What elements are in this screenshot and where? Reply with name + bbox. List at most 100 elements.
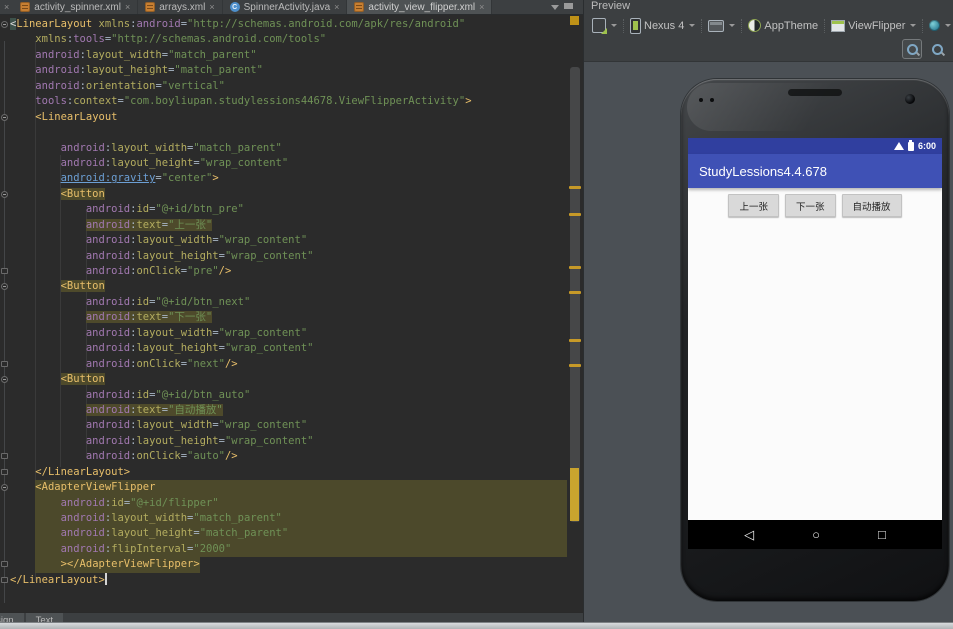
indentation xyxy=(10,542,35,557)
code-line[interactable]: </LinearLayout> xyxy=(1,572,567,588)
fold-end-icon[interactable] xyxy=(1,453,8,460)
activity-selector[interactable]: ViewFlipper xyxy=(828,19,919,33)
code-line[interactable]: android:orientation="vertical" xyxy=(10,79,567,94)
xml-editor[interactable]: <LinearLayout xmlns:android="http://sche… xyxy=(0,15,583,612)
code-line[interactable]: android:gravity="center"> xyxy=(10,171,567,186)
code-line[interactable]: android:id="@+id/flipper" xyxy=(10,495,567,511)
close-icon[interactable]: × xyxy=(479,2,484,12)
fold-collapse-icon[interactable] xyxy=(1,376,8,384)
indentation xyxy=(10,496,35,511)
code-line[interactable]: android:layout_height="wrap_content" xyxy=(10,156,567,171)
highlight-stripe-mark[interactable] xyxy=(569,364,581,367)
fold-collapse-icon[interactable] xyxy=(1,21,8,28)
code-line[interactable]: </LinearLayout> xyxy=(1,465,567,480)
code-text: android:text="自动播放" xyxy=(85,403,223,416)
magnifier-icon xyxy=(931,43,943,55)
button-previous[interactable]: 上一张 xyxy=(728,194,779,217)
code-line[interactable]: android:layout_height="match_parent" xyxy=(10,63,567,78)
inspection-status-square[interactable] xyxy=(570,16,579,25)
code-line[interactable]: <Button xyxy=(1,187,567,202)
indentation xyxy=(10,48,35,63)
code-line[interactable]: android:onClick="next"/> xyxy=(1,357,567,372)
fold-end-icon[interactable] xyxy=(1,468,8,475)
code-line[interactable]: android:layout_width="match_parent" xyxy=(10,48,567,63)
selection-stripe-mark[interactable] xyxy=(570,468,579,521)
fold-collapse-icon[interactable] xyxy=(1,484,8,492)
code-line[interactable]: android:id="@+id/btn_next" xyxy=(10,295,567,310)
orientation-selector[interactable] xyxy=(705,19,738,33)
tab-arrays-xml[interactable]: arrays.xml × xyxy=(138,0,223,14)
close-icon[interactable]: × xyxy=(334,2,339,12)
indentation xyxy=(10,141,61,156)
fold-collapse-icon[interactable] xyxy=(1,190,8,198)
code-line[interactable]: android:layout_width="wrap_content" xyxy=(10,418,567,433)
selected-code: ></AdapterViewFlipper> xyxy=(35,557,200,573)
code-line[interactable]: android:text="自动播放" xyxy=(10,403,567,418)
highlight-stripe-mark[interactable] xyxy=(569,291,581,294)
code-text: android:layout_height="match_parent" xyxy=(35,64,263,77)
highlight-stripe-mark[interactable] xyxy=(569,213,581,216)
code-line[interactable]: android:layout_width="wrap_content" xyxy=(10,233,567,248)
theme-label: AppTheme xyxy=(764,19,819,32)
locale-selector[interactable] xyxy=(926,19,953,32)
zoom-to-fit-button[interactable] xyxy=(902,39,922,59)
fold-end-icon[interactable] xyxy=(1,561,8,568)
code-area[interactable]: <LinearLayout xmlns:android="http://sche… xyxy=(0,15,567,612)
code-line[interactable]: android:layout_width="match_parent" xyxy=(10,141,567,156)
zoom-actual-size-button[interactable] xyxy=(928,40,946,58)
code-line[interactable]: <LinearLayout xmlns:android="http://sche… xyxy=(1,17,567,32)
code-line[interactable]: android:layout_height="wrap_content" xyxy=(10,434,567,449)
show-hidden-tabs-icon[interactable] xyxy=(551,4,559,10)
code-line[interactable]: <Button xyxy=(1,279,567,294)
editor-scrollbar[interactable] xyxy=(567,15,583,612)
code-text: android:text="下一张" xyxy=(85,311,213,324)
tab-activity-spinner-xml[interactable]: activity_spinner.xml × xyxy=(13,0,139,14)
code-line[interactable]: android:onClick="auto"/> xyxy=(1,449,567,464)
code-line[interactable]: android:id="@+id/btn_pre" xyxy=(10,202,567,217)
code-line[interactable]: android:text="下一张" xyxy=(10,310,567,325)
tab-activity-view-flipper-xml[interactable]: activity_view_flipper.xml × xyxy=(347,0,493,14)
code-line[interactable]: <Button xyxy=(1,372,567,387)
code-line[interactable]: <AdapterViewFlipper xyxy=(1,480,567,496)
fold-end-icon[interactable] xyxy=(1,268,8,274)
fold-collapse-icon[interactable] xyxy=(1,283,8,291)
fold-end-icon[interactable] xyxy=(1,576,8,583)
code-line[interactable]: android:layout_height="wrap_content" xyxy=(10,341,567,356)
tab-spinneractivity-java[interactable]: C SpinnerActivity.java × xyxy=(223,0,348,14)
code-line[interactable] xyxy=(10,125,567,140)
selected-code: <AdapterViewFlipper xyxy=(35,480,567,496)
xml-file-icon xyxy=(20,2,31,12)
close-icon[interactable]: × xyxy=(209,2,214,12)
highlight-stripe-mark[interactable] xyxy=(569,266,581,269)
highlight-stripe-mark[interactable] xyxy=(569,186,581,189)
code-line[interactable]: android:layout_height="wrap_content" xyxy=(10,249,567,264)
code-line[interactable]: ></AdapterViewFlipper> xyxy=(1,557,567,573)
device-selector[interactable]: Nexus 4 xyxy=(627,17,698,35)
preview-canvas[interactable]: 6:00 StudyLessions4.4.678 上一张 下一张 自动播放 ◁… xyxy=(584,61,953,622)
indentation xyxy=(10,94,35,109)
button-autoplay[interactable]: 自动播放 xyxy=(841,194,902,217)
highlight-stripe-mark[interactable] xyxy=(569,339,581,342)
code-line[interactable]: android:layout_width="wrap_content" xyxy=(10,326,567,341)
code-line[interactable]: android:flipInterval="2000" xyxy=(10,541,567,558)
theme-selector[interactable]: AppTheme xyxy=(745,18,821,33)
scrollbar-thumb[interactable] xyxy=(570,67,580,522)
code-line[interactable]: <LinearLayout xyxy=(1,110,567,125)
configuration-button[interactable] xyxy=(589,17,620,34)
tab-options-icon[interactable] xyxy=(564,3,573,11)
fold-collapse-icon[interactable] xyxy=(1,113,8,121)
code-line[interactable]: xmlns:tools="http://schemas.android.com/… xyxy=(10,32,567,47)
code-line[interactable]: android:text="上一张" xyxy=(10,218,567,233)
fold-end-icon[interactable] xyxy=(1,360,8,367)
button-next[interactable]: 下一张 xyxy=(784,194,836,217)
code-text: android:orientation="vertical" xyxy=(35,79,225,92)
code-line[interactable]: android:layout_height="match_parent" xyxy=(10,526,567,542)
close-icon[interactable]: × xyxy=(0,2,13,12)
code-line[interactable]: tools:context="com.boyliupan.studylessio… xyxy=(10,94,567,109)
chevron-down-icon xyxy=(910,24,917,27)
code-line[interactable]: android:layout_width="match_parent" xyxy=(10,511,567,527)
code-line[interactable]: android:id="@+id/btn_auto" xyxy=(10,388,567,403)
indentation xyxy=(10,434,86,449)
close-icon[interactable]: × xyxy=(125,2,130,12)
code-line[interactable]: android:onClick="pre"/> xyxy=(1,264,567,279)
